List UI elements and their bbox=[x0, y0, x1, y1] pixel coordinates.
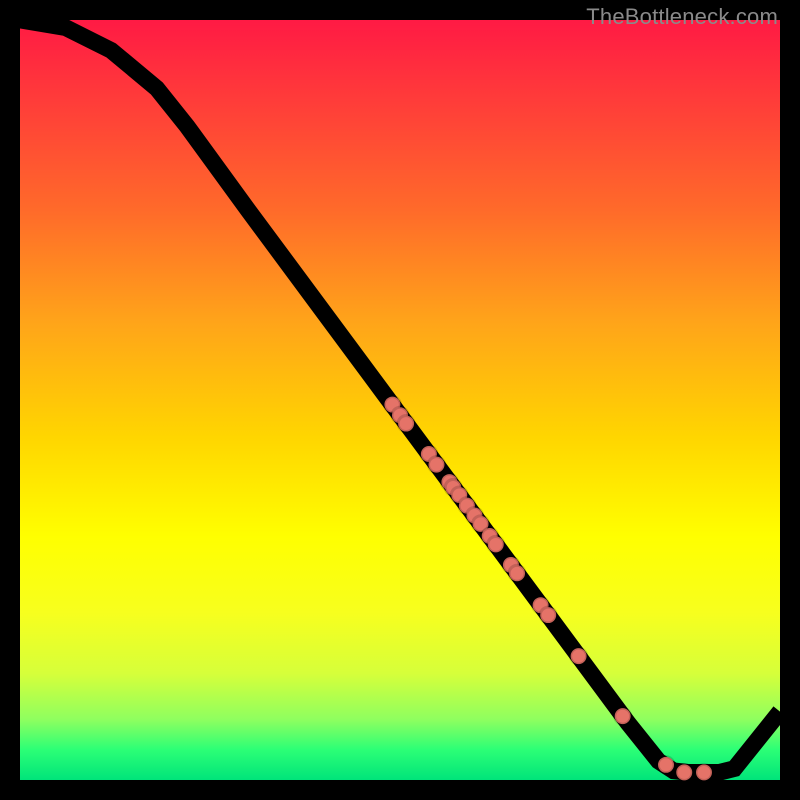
data-point bbox=[540, 607, 556, 623]
chart-svg bbox=[20, 20, 780, 780]
data-point bbox=[509, 565, 525, 581]
data-point bbox=[488, 536, 504, 552]
data-point bbox=[615, 708, 631, 724]
data-point bbox=[676, 764, 692, 780]
data-point bbox=[429, 457, 445, 473]
watermark-text: TheBottleneck.com bbox=[586, 4, 778, 30]
data-point bbox=[398, 416, 414, 432]
data-point bbox=[571, 648, 587, 664]
data-points-group bbox=[384, 397, 712, 781]
data-point bbox=[696, 764, 712, 780]
plot-area bbox=[20, 20, 780, 780]
data-point bbox=[658, 757, 674, 773]
bottleneck-curve bbox=[20, 20, 780, 772]
